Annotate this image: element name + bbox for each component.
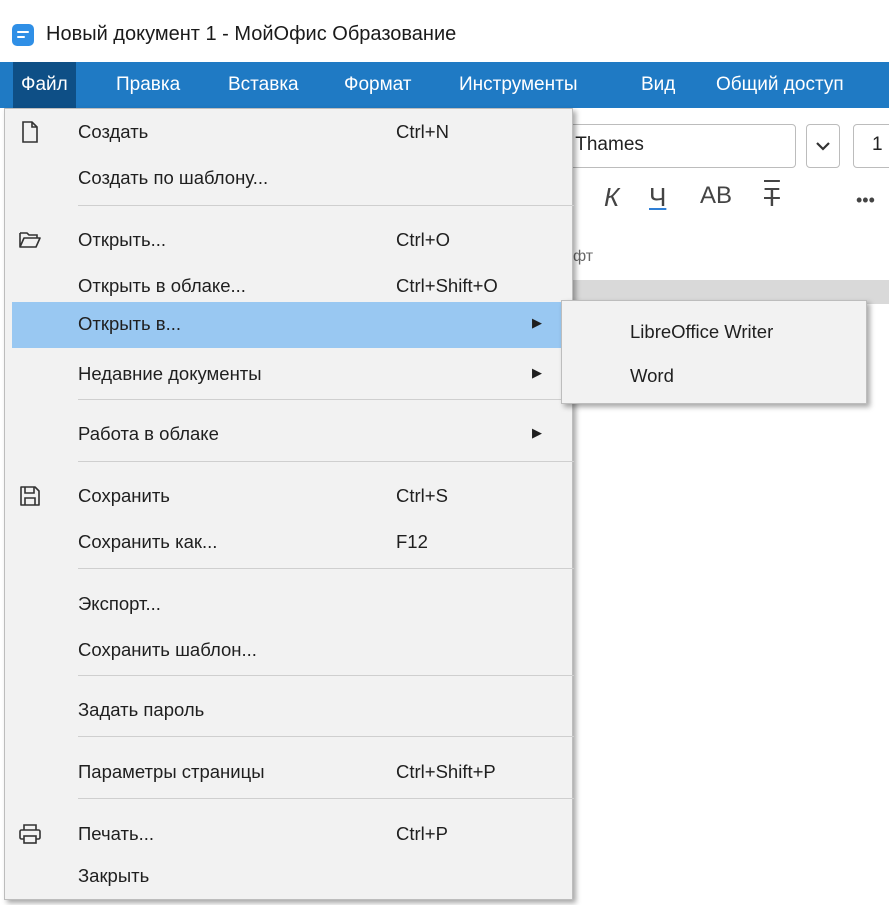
menu-item-close[interactable]: Закрыть (12, 852, 567, 900)
menu-edit[interactable]: Правка (108, 62, 188, 108)
menu-item-label: Недавние документы (78, 363, 262, 384)
menu-item-label: Открыть... (78, 229, 167, 250)
menu-item-set-password[interactable]: Задать пароль (12, 686, 567, 734)
menu-item-cloud-work[interactable]: Работа в облаке ▶ (12, 410, 567, 458)
caps-button[interactable]: АВ (700, 182, 732, 210)
menu-item-save-template[interactable]: Сохранить шаблон... (12, 626, 567, 674)
menu-item-page-settings[interactable]: Параметры страницы Ctrl+Shift+P (12, 748, 567, 796)
menu-item-label: Сохранить шаблон... (78, 639, 257, 660)
menu-bar: Файл Правка Вставка Формат Инструменты В… (0, 62, 889, 108)
menu-item-open[interactable]: Открыть... Ctrl+O (12, 216, 567, 264)
menu-item-label: Создать по шаблону... (78, 167, 269, 188)
submenu-item-libreoffice-writer[interactable]: LibreOffice Writer (562, 309, 866, 355)
printer-icon (19, 824, 41, 844)
menu-item-recent-documents[interactable]: Недавние документы ▶ (12, 350, 567, 398)
menu-item-label: Открыть в облаке... (78, 275, 246, 296)
menu-separator (78, 675, 574, 676)
underline-button[interactable]: Ч (649, 182, 666, 213)
menu-file[interactable]: Файл (13, 62, 76, 108)
strikethrough-button[interactable]: Т (764, 182, 780, 213)
menu-tools[interactable]: Инструменты (451, 62, 585, 108)
menu-separator (78, 568, 574, 569)
menu-item-label: Сохранить как... (78, 531, 218, 552)
menu-item-shortcut: Ctrl+Shift+O (396, 275, 498, 296)
menu-item-label: Параметры страницы (78, 761, 265, 782)
open-in-submenu: LibreOffice Writer Word (561, 300, 867, 404)
menu-item-label: Работа в облаке (78, 423, 219, 444)
menu-item-shortcut: Ctrl+Shift+P (396, 761, 496, 782)
font-size-value: 1 (872, 134, 883, 155)
submenu-arrow-icon: ▶ (532, 365, 542, 380)
menu-item-save[interactable]: Сохранить Ctrl+S (12, 472, 567, 520)
font-size-combobox[interactable] (853, 124, 889, 168)
app-logo-icon (12, 24, 34, 46)
submenu-item-label: Word (630, 365, 674, 386)
font-name-value: ) Thames (564, 134, 644, 155)
submenu-item-label: LibreOffice Writer (630, 321, 774, 342)
menu-item-save-as[interactable]: Сохранить как... F12 (12, 518, 567, 566)
menu-insert[interactable]: Вставка (220, 62, 307, 108)
submenu-item-word[interactable]: Word (562, 353, 866, 399)
menu-sharing[interactable]: Общий доступ (708, 62, 852, 108)
chevron-down-icon (816, 142, 830, 151)
menu-item-shortcut: F12 (396, 531, 428, 552)
menu-view[interactable]: Вид (633, 62, 683, 108)
menu-item-label: Сохранить (78, 485, 170, 506)
menu-item-label: Экспорт... (78, 593, 161, 614)
menu-item-label: Открыть в... (78, 313, 182, 334)
menu-item-open-in[interactable]: Открыть в... ▶ (12, 302, 567, 348)
more-button[interactable]: ••• (856, 190, 875, 211)
menu-item-create-from-template[interactable]: Создать по шаблону... (12, 154, 567, 202)
new-document-icon (22, 121, 38, 143)
menu-item-label: Печать... (78, 823, 155, 844)
window-title: Новый документ 1 - МойОфис Образование (46, 23, 457, 45)
menu-item-shortcut: Ctrl+O (396, 229, 450, 250)
menu-item-label: Задать пароль (78, 699, 205, 720)
menu-format[interactable]: Формат (336, 62, 420, 108)
menu-item-label: Создать (78, 121, 149, 142)
submenu-arrow-icon: ▶ (532, 425, 542, 440)
menu-item-shortcut: Ctrl+P (396, 823, 448, 844)
menu-separator (78, 736, 574, 737)
menu-item-print[interactable]: Печать... Ctrl+P (12, 810, 567, 858)
menu-item-label: Закрыть (78, 865, 150, 886)
folder-open-icon (19, 232, 41, 248)
menu-separator (78, 461, 574, 462)
submenu-arrow-icon: ▶ (532, 315, 542, 330)
menu-item-shortcut: Ctrl+S (396, 485, 448, 506)
italic-button[interactable]: К (604, 182, 619, 213)
menu-separator (78, 399, 574, 400)
menu-separator (78, 205, 574, 206)
menu-item-create[interactable]: Создать Ctrl+N (12, 108, 567, 156)
font-dropdown-button[interactable] (806, 124, 840, 168)
save-icon (20, 486, 40, 506)
menu-item-export[interactable]: Экспорт... (12, 580, 567, 628)
menu-item-shortcut: Ctrl+N (396, 121, 449, 142)
menu-separator (78, 798, 574, 799)
